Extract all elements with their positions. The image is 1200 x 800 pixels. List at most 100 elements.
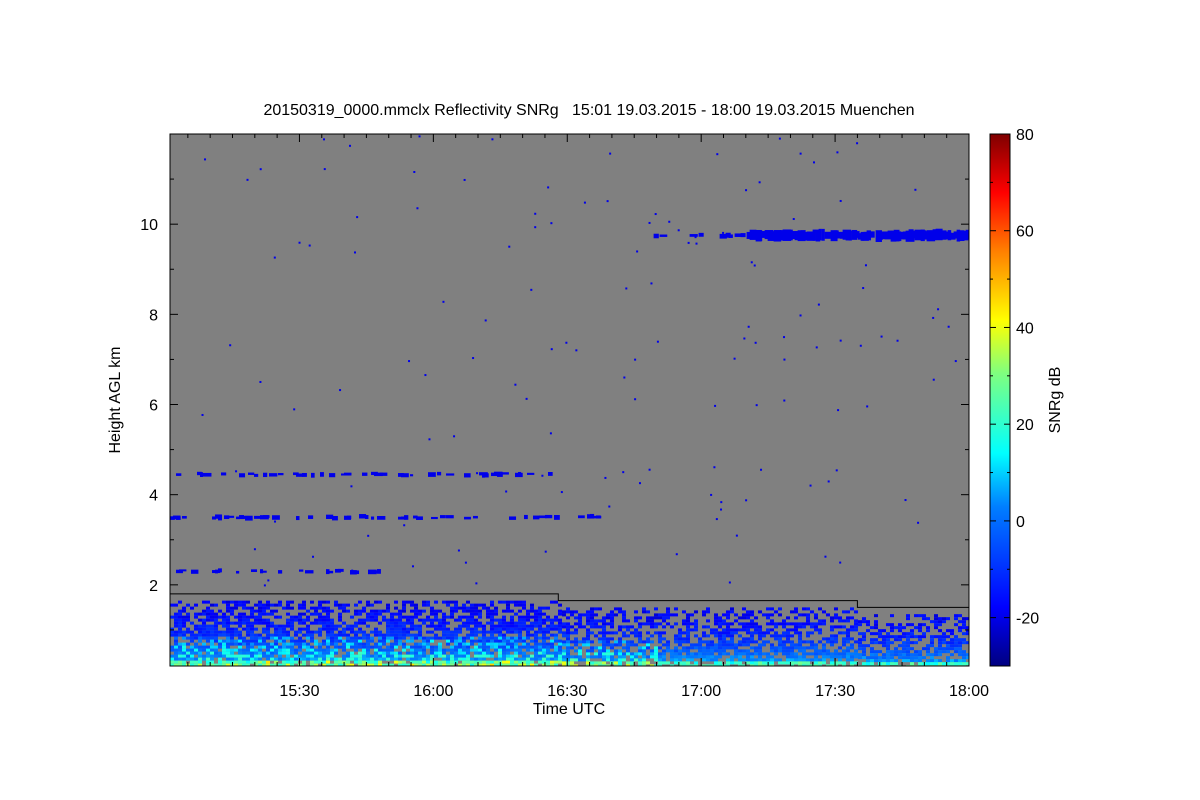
echo-cell	[406, 654, 410, 658]
echo-cell	[502, 633, 506, 637]
echo-cell	[394, 636, 398, 640]
echo-cell	[646, 646, 650, 650]
echo-cell	[346, 645, 350, 649]
echo-cell	[494, 657, 498, 661]
echo-cell	[258, 645, 262, 649]
echo-cell	[906, 617, 910, 621]
echo-cell	[722, 622, 726, 626]
echo-cell	[178, 630, 182, 634]
echo-cell	[434, 651, 438, 655]
echo-cell	[394, 642, 398, 646]
echo-cell	[386, 618, 390, 622]
echo-cell	[862, 620, 866, 624]
echo-cell	[214, 633, 218, 637]
echo-cell	[210, 618, 214, 622]
echo-cell	[178, 618, 182, 622]
echo-cell	[510, 654, 514, 658]
echo-cell	[722, 613, 726, 617]
echo-cell	[398, 627, 402, 631]
echo-cell	[718, 622, 722, 626]
echo-cell	[846, 634, 850, 638]
echo-cell	[730, 610, 734, 614]
echo-cell	[306, 651, 310, 655]
echo-layer-cell	[302, 472, 307, 477]
echo-cell	[422, 639, 426, 643]
echo-cell	[250, 609, 254, 613]
echo-cell	[866, 629, 870, 633]
echo-cell	[326, 624, 330, 628]
echo-cell	[718, 637, 722, 641]
echo-cell	[234, 630, 238, 634]
echo-cell	[726, 661, 730, 665]
echo-cell	[706, 658, 710, 662]
echo-cell	[890, 662, 894, 666]
echo-cell	[270, 654, 274, 658]
echo-cell	[190, 651, 194, 655]
echo-cell	[374, 618, 378, 622]
echo-cell	[718, 619, 722, 623]
echo-cell	[878, 635, 882, 639]
echo-cell	[810, 610, 814, 614]
echo-cell	[694, 652, 698, 656]
echo-cell	[686, 634, 690, 638]
echo-cell	[938, 623, 942, 627]
echo-cell	[426, 603, 430, 607]
echo-cell	[602, 655, 606, 659]
echo-cell	[630, 652, 634, 656]
echo-cell	[230, 648, 234, 652]
echo-cell	[906, 614, 910, 618]
echo-cell	[538, 615, 542, 619]
echo-cell	[418, 633, 422, 637]
echo-cell	[862, 647, 866, 651]
echo-cell	[330, 630, 334, 634]
echo-cell	[898, 656, 902, 660]
echo-cell	[842, 625, 846, 629]
echo-cell	[354, 660, 358, 664]
echo-cell	[842, 643, 846, 647]
echo-cell	[906, 659, 910, 663]
echo-cell	[206, 654, 210, 658]
noise-speckle	[947, 325, 950, 328]
echo-cell	[626, 634, 630, 638]
echo-cell	[878, 632, 882, 636]
echo-cell	[934, 635, 938, 639]
echo-cell	[790, 646, 794, 650]
echo-cell	[366, 645, 370, 649]
echo-layer-cell	[176, 516, 181, 520]
echo-cell	[766, 607, 770, 611]
echo-cell	[790, 655, 794, 659]
echo-cell	[422, 618, 426, 622]
echo-cell	[714, 619, 718, 623]
echo-cell	[942, 617, 946, 621]
echo-cell	[570, 661, 574, 665]
echo-cell	[458, 645, 462, 649]
echo-cell	[170, 645, 174, 649]
echo-cell	[290, 615, 294, 619]
echo-cell	[414, 651, 418, 655]
echo-layer-cell	[734, 233, 742, 237]
echo-cell	[362, 648, 366, 652]
echo-cell	[202, 642, 206, 646]
noise-speckle	[859, 344, 862, 347]
echo-cell	[370, 618, 374, 622]
echo-cell	[662, 613, 666, 617]
echo-cell	[394, 654, 398, 658]
echo-cell	[822, 649, 826, 653]
echo-cell	[738, 643, 742, 647]
echo-cell	[234, 648, 238, 652]
echo-cell	[714, 631, 718, 635]
echo-cell	[586, 634, 590, 638]
echo-cell	[586, 643, 590, 647]
echo-cell	[366, 624, 370, 628]
echo-cell	[406, 627, 410, 631]
echo-cell	[246, 633, 250, 637]
echo-cell	[386, 657, 390, 661]
echo-cell	[518, 633, 522, 637]
echo-cell	[186, 615, 190, 619]
echo-cell	[770, 613, 774, 617]
echo-cell	[790, 610, 794, 614]
echo-cell	[274, 645, 278, 649]
echo-cell	[490, 633, 494, 637]
echo-cell	[470, 603, 474, 607]
echo-cell	[706, 610, 710, 614]
